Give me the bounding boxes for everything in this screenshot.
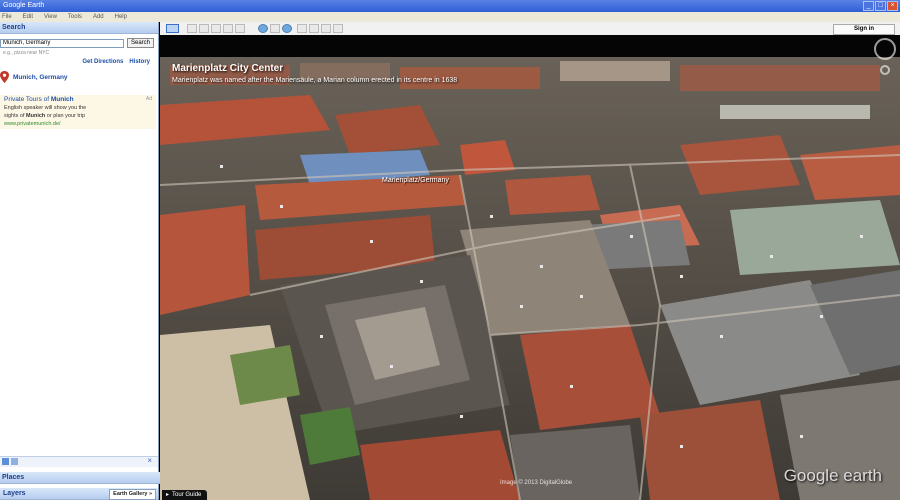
copy-results-icon[interactable] [2,458,9,465]
add-polygon-icon[interactable] [199,24,209,33]
placemark-pin-icon [0,71,9,83]
left-panel: Search Search e.g., pizza near NYC Get D… [0,22,160,500]
record-tour-icon[interactable] [235,24,245,33]
tour-guide-label: Tour Guide [172,492,202,498]
building-label[interactable]: Marienplatz/Germany [382,177,449,184]
menu-bar: File Edit View Tools Add Help [0,12,900,22]
search-header-label: Search [2,24,26,31]
maximize-button[interactable]: □ [875,1,886,11]
ad-title[interactable]: Private Tours of Munich [4,96,74,103]
add-placemark-icon[interactable] [187,24,197,33]
ad-line-1: English speaker will show you the [4,105,87,111]
sign-in-button[interactable]: Sign in [833,24,895,35]
close-button[interactable]: × [887,1,898,11]
places-header-label: Places [2,474,25,481]
layers-header-label: Layers [3,490,26,497]
search-links: Get Directions History [82,59,150,65]
aerial-city-imagery [160,35,900,500]
imagery-copyright: Image © 2013 DigitalGlobe [500,480,573,486]
ruler-icon[interactable] [297,24,307,33]
minimize-button[interactable]: _ [863,1,874,11]
menu-add[interactable]: Add [93,12,104,22]
switch-planet-icon[interactable] [282,24,292,33]
history-link[interactable]: History [129,59,150,65]
menu-edit[interactable]: Edit [23,12,33,22]
get-directions-link[interactable]: Get Directions [82,59,123,65]
search-button[interactable]: Search [127,38,154,48]
image-overlay-icon[interactable] [223,24,233,33]
add-path-icon[interactable] [211,24,221,33]
search-footer-tools: × [0,456,158,467]
google-maps-icon[interactable] [333,24,343,33]
menu-tools[interactable]: Tools [68,12,82,22]
search-panel-header[interactable]: Search [0,22,158,34]
tour-guide-arrow-icon: ▸ [166,492,170,498]
hide-sidebar-icon[interactable] [166,24,179,33]
tour-guide-button[interactable]: ▸ Tour Guide [162,490,208,500]
export-results-icon[interactable] [11,458,18,465]
balloon-description: Marienplatz was named after the Mariensä… [172,77,458,84]
search-result-label[interactable]: Munich, Germany [13,74,68,81]
earth-3d-view[interactable]: Marienplatz City Center Marienplatz was … [160,35,900,500]
search-row: Search [0,38,154,48]
window-title: Google Earth [3,2,45,9]
sponsored-result[interactable]: Private Tours of Munich Ad English speak… [0,95,156,129]
search-hint: e.g., pizza near NYC [3,50,50,56]
earth-gallery-button[interactable]: Earth Gallery » [109,489,156,500]
historical-imagery-icon[interactable] [258,24,268,33]
ad-tag: Ad [145,96,152,102]
move-joystick-icon[interactable] [880,65,890,75]
main-toolbar: Sign in [160,22,900,36]
search-input[interactable] [0,38,124,48]
layers-panel-header[interactable]: Layers Earth Gallery » [0,488,158,500]
google-earth-logo: Google earth [783,466,882,485]
sunlight-icon[interactable] [270,24,280,33]
window-titlebar: Google Earth _ □ × [0,0,900,12]
search-result[interactable]: Munich, Germany [0,71,68,83]
email-icon[interactable] [309,24,319,33]
ad-url[interactable]: www.privatemunich.de/ [4,121,61,127]
compass-look-icon[interactable] [874,38,896,60]
menu-help[interactable]: Help [115,12,127,22]
balloon-title: Marienplatz City Center [172,63,284,74]
places-panel-header[interactable]: Places [0,472,160,484]
ad-line-2: sights of Munich or plan your trip [4,113,86,119]
menu-view[interactable]: View [44,12,57,22]
clear-search-icon[interactable]: × [147,456,152,465]
menu-file[interactable]: File [2,12,12,22]
print-icon[interactable] [321,24,331,33]
